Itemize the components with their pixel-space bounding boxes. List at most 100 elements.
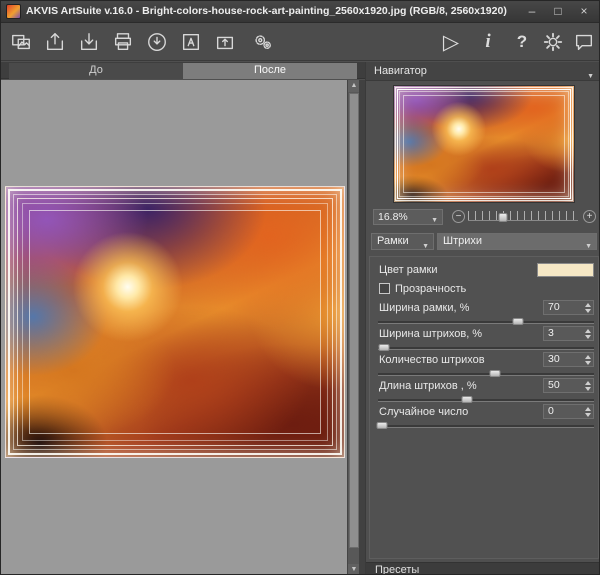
run-icon: ▷ (442, 30, 460, 54)
random-seed-slider-thumb[interactable] (376, 422, 388, 429)
stroke-count-label: Количество штрихов (379, 354, 485, 366)
spin-up-icon[interactable] (585, 381, 591, 385)
batch-processing-button[interactable] (249, 28, 277, 56)
navigator-view-rect[interactable] (397, 89, 571, 199)
scrollbar-thumb[interactable] (349, 93, 359, 548)
gear-icon (543, 32, 563, 52)
import-icon (80, 33, 98, 51)
frame-width-slider[interactable] (378, 318, 594, 325)
stroke-width-slider-thumb[interactable] (378, 344, 390, 351)
stroke-count-slider[interactable] (378, 370, 594, 377)
app-logo-icon (6, 4, 21, 19)
title-bar[interactable]: AKVIS ArtSuite v.16.0 - Bright-colors-ho… (1, 1, 599, 23)
frame-stroke-line (13, 194, 337, 450)
chevron-down-icon: ▼ (585, 243, 592, 250)
window-controls: – □ × (519, 3, 597, 21)
settings-button[interactable] (539, 28, 567, 56)
text-frame-icon (182, 33, 200, 51)
presets-header[interactable]: Пресеты (366, 562, 599, 575)
frame-category-select[interactable]: Рамки ▼ (371, 233, 434, 250)
stroke-length-spinbox[interactable]: 50 (543, 378, 594, 393)
frame-width-slider-thumb[interactable] (512, 318, 524, 325)
export-button[interactable] (41, 28, 69, 56)
navigator-title: Навигатор (374, 65, 427, 77)
tab-before[interactable]: До (9, 63, 183, 79)
frame-width-label: Ширина рамки, % (379, 302, 470, 314)
info-icon: i (485, 31, 491, 52)
open-image-icon (12, 34, 30, 50)
stroke-width-spinbox[interactable]: 3 (543, 326, 594, 341)
presets-title: Пресеты (375, 564, 420, 575)
feedback-button[interactable] (570, 28, 598, 56)
export-icon (46, 33, 64, 51)
chevron-down-icon: ▼ (431, 217, 438, 224)
open-image-button[interactable] (7, 28, 35, 56)
frame-stroke-line (17, 198, 333, 446)
spin-up-icon[interactable] (585, 303, 591, 307)
help-button[interactable]: ? (508, 28, 536, 56)
transparency-checkbox[interactable] (379, 283, 390, 294)
batch-gears-icon (255, 35, 271, 50)
tab-after[interactable]: После (183, 63, 357, 79)
zoom-slider[interactable] (468, 211, 578, 222)
app-window: AKVIS ArtSuite v.16.0 - Bright-colors-ho… (0, 0, 600, 575)
parameters-panel: Цвет рамки Прозрачность Ширина рамки, % … (369, 256, 599, 559)
spin-down-icon[interactable] (585, 309, 591, 313)
spin-up-icon[interactable] (585, 355, 591, 359)
frame-style-select[interactable]: Штрихи ▼ (437, 233, 597, 250)
tab-before-label: До (89, 64, 103, 76)
vertical-scrollbar[interactable]: ▲ ▼ (347, 80, 360, 574)
spin-up-icon[interactable] (585, 407, 591, 411)
stroke-length-slider[interactable] (378, 396, 594, 403)
info-button[interactable]: i (474, 28, 502, 56)
upload-button[interactable] (211, 28, 239, 56)
frame-width-value: 70 (548, 301, 560, 313)
import-button[interactable] (75, 28, 103, 56)
spin-down-icon[interactable] (585, 413, 591, 417)
minimize-button[interactable]: – (519, 3, 545, 21)
spin-down-icon[interactable] (585, 361, 591, 365)
right-panel: Навигатор ▼ 16.8% ▼ − + Рамки ▼ Штрихи ▼… (365, 62, 599, 575)
navigator-thumbnail[interactable] (393, 85, 575, 203)
print-button[interactable] (109, 28, 137, 56)
stroke-count-slider-thumb[interactable] (489, 370, 501, 377)
stroke-width-value: 3 (548, 327, 554, 339)
help-icon: ? (516, 32, 528, 51)
zoom-in-button[interactable]: + (583, 210, 596, 223)
stroke-count-value: 30 (548, 353, 560, 365)
frame-style-value: Штрихи (443, 235, 483, 247)
random-seed-label: Случайное число (379, 406, 469, 418)
view-tabs: До После (1, 62, 365, 79)
close-button[interactable]: × (571, 3, 597, 21)
spin-down-icon[interactable] (585, 387, 591, 391)
frame-color-swatch[interactable] (537, 263, 594, 277)
stroke-length-label: Длина штрихов , % (379, 380, 477, 392)
upload-icon (216, 36, 234, 50)
stroke-count-spinbox[interactable]: 30 (543, 352, 594, 367)
run-button[interactable]: ▷ (437, 28, 465, 56)
text-frame-button[interactable] (177, 28, 205, 56)
maximize-button[interactable]: □ (545, 3, 571, 21)
chat-bubble-icon (575, 34, 593, 51)
random-seed-value: 0 (548, 405, 554, 417)
download-button[interactable] (143, 28, 171, 56)
zoom-select[interactable]: 16.8% ▼ (373, 209, 443, 225)
zoom-slider-thumb[interactable] (498, 213, 508, 222)
toolbar: ▷ i ? (1, 23, 599, 61)
random-seed-spinbox[interactable]: 0 (543, 404, 594, 419)
artwork-image (5, 186, 345, 458)
frame-stroke-line (22, 203, 328, 441)
navigator-header[interactable]: Навигатор ▼ (366, 62, 599, 81)
frame-stroke-line (29, 210, 321, 434)
stroke-length-slider-thumb[interactable] (461, 396, 473, 403)
random-seed-slider[interactable] (376, 422, 594, 429)
frame-category-value: Рамки (377, 235, 409, 247)
frame-stroke-line (8, 189, 342, 455)
frame-width-spinbox[interactable]: 70 (543, 300, 594, 315)
stroke-width-slider[interactable] (378, 344, 594, 351)
spin-up-icon[interactable] (585, 329, 591, 333)
window-title: AKVIS ArtSuite v.16.0 - Bright-colors-ho… (26, 5, 507, 17)
zoom-out-button[interactable]: − (452, 210, 465, 223)
frame-color-label: Цвет рамки (379, 264, 438, 276)
spin-down-icon[interactable] (585, 335, 591, 339)
